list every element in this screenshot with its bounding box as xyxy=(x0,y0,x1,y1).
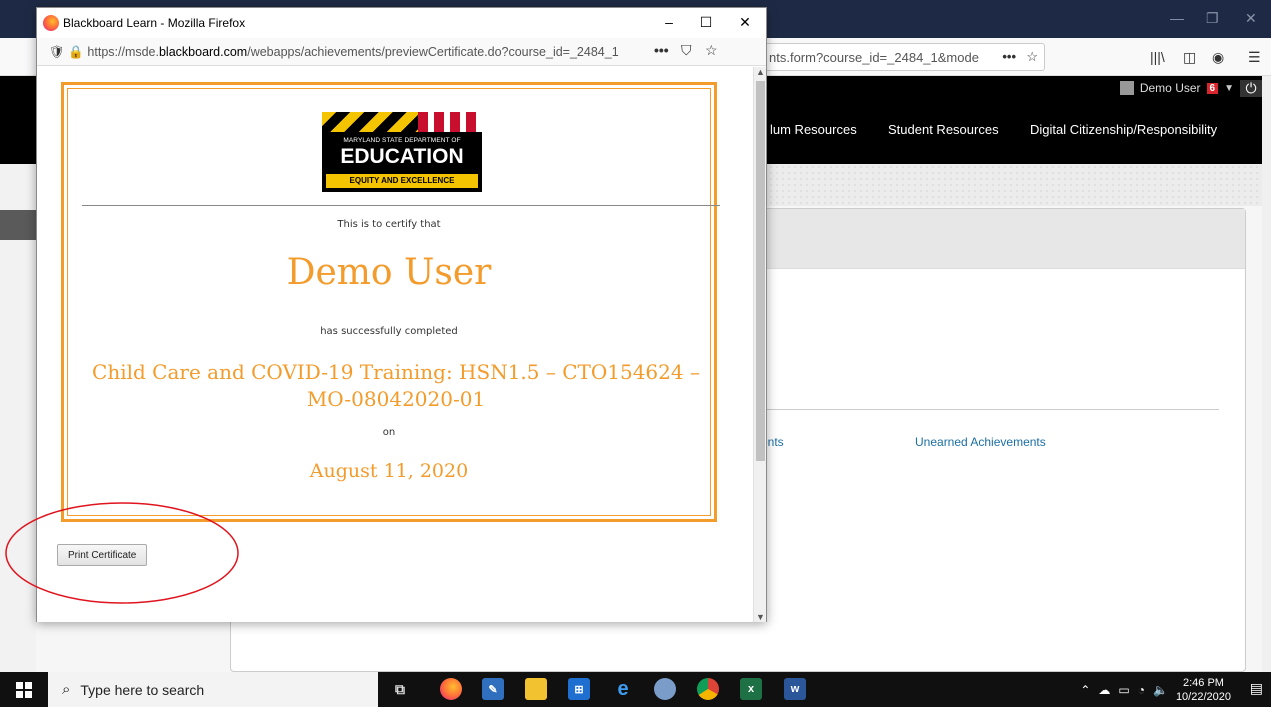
url-path: /webapps/achievements/previewCertificate… xyxy=(247,45,619,59)
popup-content: MARYLAND STATE DEPARTMENT OF EDUCATION E… xyxy=(37,67,754,622)
logo-main-text: EDUCATION xyxy=(340,145,464,168)
nav-digital-citizenship[interactable]: Digital Citizenship/Responsibility xyxy=(1030,122,1217,137)
bg-url-bar[interactable]: nts.form?course_id=_2484_1&mode ••• ☆ xyxy=(760,43,1045,71)
bookmark-star-icon[interactable]: ☆ xyxy=(705,42,718,59)
minimize-button[interactable]: – xyxy=(659,14,679,30)
nav-student-resources[interactable]: Student Resources xyxy=(888,122,999,137)
completed-text: has successfully completed xyxy=(320,326,458,337)
bg-url-text: nts.form?course_id=_2484_1&mode xyxy=(769,50,979,65)
clock[interactable]: 2:46 PM 10/22/2020 xyxy=(1176,676,1231,704)
url-prefix: https://msde. xyxy=(87,45,159,59)
scrollbar-thumb[interactable] xyxy=(756,81,765,461)
pocket-icon[interactable]: ☆ xyxy=(1026,49,1038,65)
library-icon[interactable]: |||\ xyxy=(1150,49,1165,65)
logout-icon[interactable]: ⏻ xyxy=(1240,79,1262,97)
scroll-down-icon[interactable]: ▼ xyxy=(754,612,767,622)
taskbar-search[interactable]: ⌕ Type here to search xyxy=(48,672,378,707)
course-title: Child Care and COVID-19 Training: HSN1.5… xyxy=(92,360,700,411)
page-scrollbar[interactable] xyxy=(1262,76,1271,672)
msde-logo: MARYLAND STATE DEPARTMENT OF EDUCATION E… xyxy=(322,112,482,192)
store-icon[interactable]: ⊞ xyxy=(568,678,590,700)
popup-titlebar: Blackboard Learn - Mozilla Firefox – ☐ ✕ xyxy=(37,8,766,38)
notifications-icon[interactable]: ▤ xyxy=(1250,680,1263,697)
word-icon[interactable]: w xyxy=(784,678,806,700)
search-placeholder: Type here to search xyxy=(80,681,205,698)
user-menu[interactable]: Demo User 6 ▼ ⏻ xyxy=(1119,76,1262,100)
chevron-up-icon[interactable]: ⌃ xyxy=(1080,683,1090,697)
certify-text: This is to certify that xyxy=(337,219,441,230)
search-icon: ⌕ xyxy=(62,681,71,698)
divider xyxy=(751,409,1219,410)
on-text: on xyxy=(382,427,396,438)
notes-icon[interactable]: ✎ xyxy=(482,678,504,700)
logo-dept-text: MARYLAND STATE DEPARTMENT OF xyxy=(343,137,461,144)
bg-close-button[interactable]: ✕ xyxy=(1245,10,1257,27)
clock-date: 10/22/2020 xyxy=(1175,690,1231,703)
clock-time: 2:46 PM xyxy=(1182,676,1224,689)
scroll-up-icon[interactable]: ▲ xyxy=(754,67,767,77)
paint-icon[interactable] xyxy=(654,678,676,700)
logo-tagline: EQUITY AND EXCELLENCE xyxy=(326,174,478,188)
bg-restore-button[interactable]: ❐ xyxy=(1206,10,1219,27)
bg-minimize-button[interactable]: — xyxy=(1170,10,1184,26)
firefox-taskbar-icon[interactable] xyxy=(440,678,462,700)
popup-scrollbar[interactable]: ▲ ▼ xyxy=(753,67,766,622)
battery-icon[interactable]: ▭ xyxy=(1118,683,1129,697)
menu-icon[interactable]: ☰ xyxy=(1248,49,1261,66)
certificate-popup-window: Blackboard Learn - Mozilla Firefox – ☐ ✕… xyxy=(36,7,767,622)
certificate-divider xyxy=(82,205,720,206)
excel-icon[interactable]: x xyxy=(740,678,762,700)
lock-icon[interactable]: 🔒 xyxy=(68,45,84,59)
notification-badge[interactable]: 6 xyxy=(1206,82,1219,94)
unearned-achievements-link[interactable]: Unearned Achievements xyxy=(915,435,1046,449)
volume-icon[interactable]: 🔈 xyxy=(1153,683,1168,697)
firefox-icon xyxy=(43,15,59,31)
windows-taskbar: ⌕ Type here to search ⧉ ✎ ⊞ e x w ⌃ ☁ ▭ … xyxy=(0,672,1271,707)
print-certificate-button[interactable]: Print Certificate xyxy=(57,544,148,566)
nav-curriculum-resources[interactable]: lum Resources xyxy=(770,122,857,137)
left-panel xyxy=(0,164,36,672)
onedrive-icon[interactable]: ☁ xyxy=(1098,683,1110,697)
certificate: MARYLAND STATE DEPARTMENT OF EDUCATION E… xyxy=(61,82,720,522)
windows-logo-icon xyxy=(16,681,32,698)
shield-icon[interactable]: 🛡 xyxy=(49,45,65,59)
account-icon[interactable]: ◉ xyxy=(1212,49,1224,66)
pocket-icon[interactable]: ⛉ xyxy=(681,42,692,59)
certificate-inner-border: MARYLAND STATE DEPARTMENT OF EDUCATION E… xyxy=(67,88,720,516)
popup-title: Blackboard Learn - Mozilla Firefox xyxy=(63,16,246,30)
chrome-icon[interactable] xyxy=(697,678,719,700)
page-actions-icon[interactable]: ••• xyxy=(1002,49,1016,64)
user-avatar-icon xyxy=(1119,81,1134,95)
file-explorer-icon[interactable] xyxy=(525,678,547,700)
wifi-icon[interactable]: ◔ xyxy=(1138,683,1145,697)
chevron-down-icon[interactable]: ▼ xyxy=(1224,83,1234,94)
maximize-button[interactable]: ☐ xyxy=(696,14,716,31)
page-actions-icon[interactable]: ••• xyxy=(651,42,672,58)
maryland-flag-icon xyxy=(322,112,482,132)
sidebar-icon[interactable]: ◫ xyxy=(1183,49,1196,66)
edge-icon[interactable]: e xyxy=(612,678,634,700)
task-view-icon[interactable]: ⧉ xyxy=(389,678,411,700)
start-button[interactable] xyxy=(0,672,48,707)
system-tray: ⌃ ☁ ▭ ◔ 🔈 2:46 PM 10/22/2020 xyxy=(1080,672,1231,707)
close-button[interactable]: ✕ xyxy=(735,14,755,31)
completion-date: August 11, 2020 xyxy=(309,460,469,482)
popup-url-bar[interactable]: 🛡 🔒 https://msde.blackboard.com/webapps/… xyxy=(37,38,766,66)
recipient-name: Demo User xyxy=(286,252,492,293)
url-host: blackboard.com xyxy=(158,45,248,59)
user-name: Demo User xyxy=(1139,81,1201,95)
